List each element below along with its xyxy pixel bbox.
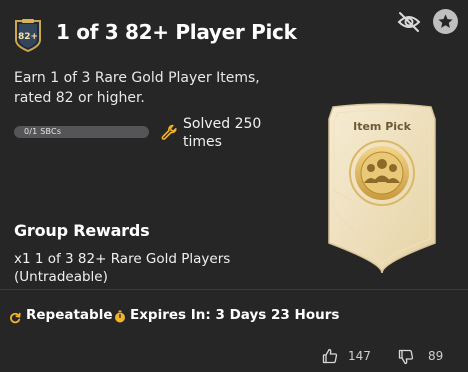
progress-label: 0/1 SBCs: [24, 127, 62, 136]
stopwatch-icon: [114, 308, 126, 323]
repeatable-label: Repeatable: [26, 307, 113, 323]
favorite-button[interactable]: [433, 9, 458, 34]
hide-button[interactable]: [396, 10, 422, 34]
sbc-card[interactable]: 82+ 1 of 3 82+ Player Pick Earn 1 of 3 R…: [0, 0, 468, 372]
upvote-count: 147: [348, 349, 371, 363]
downvote-button[interactable]: [398, 349, 414, 365]
group-rewards-title: Group Rewards: [14, 221, 150, 240]
expiry-label: Expires In: 3 Days 23 Hours: [130, 307, 340, 323]
pack-label: Item Pick: [353, 120, 411, 133]
footer-divider: [0, 289, 468, 290]
eye-off-icon: [397, 12, 421, 32]
thumb-down-icon: [398, 349, 414, 365]
badge-number: 82+: [18, 32, 38, 42]
sbc-badge-icon: 82+: [13, 18, 43, 53]
star-icon: [438, 14, 453, 28]
solved-count: Solved 250 times: [183, 116, 262, 150]
thumb-up-icon: [322, 348, 338, 364]
group-reward-item: x1 1 of 3 82+ Rare Gold Players (Untrade…: [14, 251, 231, 285]
sbc-progress-bar: 0/1 SBCs: [14, 126, 149, 138]
downvote-count: 89: [428, 349, 444, 363]
upvote-button[interactable]: [322, 348, 338, 364]
page-title: 1 of 3 82+ Player Pick: [56, 20, 297, 44]
repeat-icon: [9, 309, 21, 324]
wrench-icon: [161, 124, 177, 140]
sbc-description: Earn 1 of 3 Rare Gold Player Items, rate…: [14, 70, 260, 106]
